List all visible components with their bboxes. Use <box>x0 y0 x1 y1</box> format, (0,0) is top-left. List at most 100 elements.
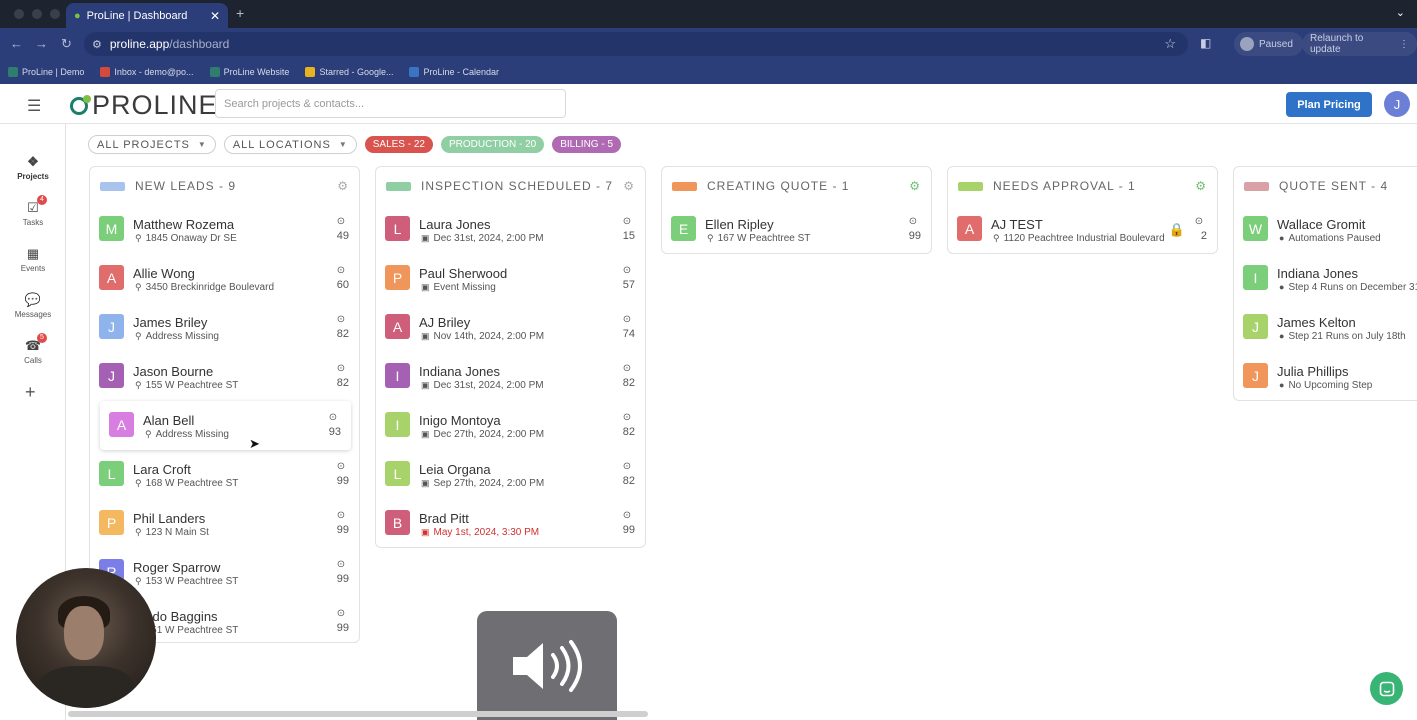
chat-launcher-button[interactable] <box>1370 672 1403 705</box>
project-card[interactable]: M Matthew Rozema ⚲ 1845 Onaway Dr SE ⊙ 49 <box>90 205 359 254</box>
automation-gears-icon[interactable]: ⚙ <box>1195 179 1207 193</box>
days-in-stage: 99 <box>622 524 635 536</box>
volume-overlay <box>477 611 617 720</box>
location-pin-icon: ⚲ <box>707 233 714 243</box>
clock-icon: ⊙ <box>622 412 632 423</box>
card-detail: ⚲ 1845 Onaway Dr SE <box>135 233 237 244</box>
days-in-stage: 82 <box>622 475 635 487</box>
logo-text: PROLINE <box>92 90 218 120</box>
automation-status-icon: ● <box>1279 380 1285 390</box>
project-card[interactable]: A Allie Wong ⚲ 3450 Breckinridge Boulevard ⊙… <box>90 254 359 303</box>
sidebar-item-projects[interactable]: ❖ Projects <box>0 154 66 181</box>
days-in-stage: 82 <box>622 426 635 438</box>
bookmark-item[interactable]: ProLine Website <box>209 67 290 77</box>
search-input[interactable] <box>215 89 566 118</box>
project-card[interactable]: W Wallace Gromit ● Automations Paused <box>1234 205 1417 254</box>
location-filter-select[interactable]: ALL LOCATIONS ▼ <box>223 135 357 154</box>
bookmark-star-icon[interactable]: ☆ <box>1164 36 1176 52</box>
bookmark-item[interactable]: ProLine - Calendar <box>409 67 499 77</box>
site-info-icon[interactable]: ⚙ <box>92 38 102 51</box>
project-filter-value: ALL PROJECTS <box>97 138 190 151</box>
stage-filter-pill[interactable]: PRODUCTION - 20 <box>441 136 545 153</box>
clock-icon: ⊙ <box>328 412 338 423</box>
sidebar-item-label: Events <box>20 264 46 273</box>
project-card[interactable]: A Alan Bell ⚲ Address Missing ⊙ 93 <box>100 401 351 450</box>
settings-gear-icon[interactable]: ⚙ <box>623 179 635 193</box>
project-card[interactable]: B Brad Pitt ▣ May 1st, 2024, 3:30 PM ⊙ 99 <box>376 499 645 548</box>
days-in-stage: 99 <box>336 573 349 585</box>
calendar-icon: ▦ <box>26 246 40 261</box>
bookmark-label: ProLine Website <box>223 67 290 77</box>
project-card[interactable]: I Inigo Montoya ▣ Dec 27th, 2024, 2:00 PM ⊙ 8… <box>376 401 645 450</box>
calendar-icon: ▣ <box>421 429 430 439</box>
project-filter-select[interactable]: ALL PROJECTS ▼ <box>88 135 216 154</box>
horizontal-scrollbar[interactable] <box>68 711 648 717</box>
plan-pricing-button[interactable]: Plan Pricing <box>1286 92 1372 117</box>
sidebar-item-calls[interactable]: ☎ Calls 5 <box>0 333 66 365</box>
project-card[interactable]: J James Kelton ● Step 21 Runs on July 18th <box>1234 303 1417 352</box>
clock-icon: ⊙ <box>336 265 346 276</box>
project-card[interactable]: A AJ TEST ⚲ 1120 Peachtree Industrial Boule… <box>948 205 1217 254</box>
tab-search-icon[interactable]: ⌄ <box>1396 6 1405 19</box>
project-card[interactable]: A AJ Briley ▣ Nov 14th, 2024, 2:00 PM ⊙ 74 <box>376 303 645 352</box>
contact-avatar: J <box>99 314 124 339</box>
sidebar-item-tasks[interactable]: ☑ Tasks 4 <box>0 195 66 227</box>
card-detail-text: No Upcoming Step <box>1288 380 1373 391</box>
project-card[interactable]: L Laura Jones ▣ Dec 31st, 2024, 2:00 PM ⊙ 15 <box>376 205 645 254</box>
extensions-icon[interactable]: ◧ <box>1200 36 1211 50</box>
proline-logo[interactable]: PROLINE <box>70 90 218 121</box>
stage-filter-pill[interactable]: BILLING - 5 <box>552 136 622 153</box>
stage-filter-pill[interactable]: SALES - 22 <box>364 136 433 153</box>
automation-gears-icon[interactable]: ⚙ <box>909 179 921 193</box>
back-icon[interactable]: ← <box>10 36 23 51</box>
contact-avatar: A <box>385 314 410 339</box>
add-icon[interactable]: + <box>25 382 36 403</box>
days-in-stage: 60 <box>336 279 349 291</box>
project-card[interactable]: P Phil Landers ⚲ 123 N Main St ⊙ 99 <box>90 499 359 548</box>
profile-avatar-icon <box>1240 37 1254 51</box>
tab-close-icon[interactable]: ✕ <box>210 9 220 23</box>
sidebar-item-messages[interactable]: 💬 Messages <box>0 292 66 319</box>
app-header: ☰ PROLINE Plan Pricing J <box>0 84 1417 124</box>
days-in-stage: 99 <box>336 622 349 634</box>
project-card[interactable]: I Indiana Jones ▣ Dec 31st, 2024, 2:00 PM ⊙ 8… <box>376 352 645 401</box>
contact-avatar: A <box>99 265 124 290</box>
user-avatar[interactable]: J <box>1384 91 1410 117</box>
project-card[interactable]: J Julia Phillips ● No Upcoming Step <box>1234 352 1417 401</box>
bookmark-item[interactable]: Starred - Google... <box>305 67 393 77</box>
contact-avatar: A <box>957 216 982 241</box>
forward-icon[interactable]: → <box>35 36 48 51</box>
project-card[interactable]: J Jason Bourne ⚲ 155 W Peachtree ST ⊙ 82 <box>90 352 359 401</box>
project-card[interactable]: E Ellen Ripley ⚲ 167 W Peachtree ST ⊙ 99 <box>662 205 931 254</box>
relaunch-button[interactable]: Relaunch to update ⋮ <box>1302 32 1417 56</box>
bookmark-item[interactable]: ProLine | Demo <box>8 67 84 77</box>
browser-tab[interactable]: ● ProLine | Dashboard ✕ <box>66 3 228 28</box>
calendar-icon: ▣ <box>421 331 430 341</box>
settings-gear-icon[interactable]: ⚙ <box>337 179 349 193</box>
card-detail-text: Dec 31st, 2024, 2:00 PM <box>433 380 544 391</box>
project-card[interactable]: L Lara Croft ⚲ 168 W Peachtree ST ⊙ 99 <box>90 450 359 499</box>
hamburger-menu-icon[interactable]: ☰ <box>27 96 41 116</box>
card-detail-text: Sep 27th, 2024, 2:00 PM <box>433 478 545 489</box>
bookmark-item[interactable]: Inbox - demo@po... <box>100 67 194 77</box>
profile-button[interactable]: Paused <box>1234 32 1303 56</box>
card-detail-text: 168 W Peachtree ST <box>145 478 239 489</box>
project-card[interactable]: I Indiana Jones ● Step 4 Runs on December 3… <box>1234 254 1417 303</box>
sidebar-item-events[interactable]: ▦ Events <box>0 246 66 273</box>
project-card[interactable]: J James Briley ⚲ Address Missing ⊙ 82 <box>90 303 359 352</box>
menu-kebab-icon[interactable]: ⋮ <box>1399 39 1409 50</box>
url-bar[interactable]: ⚙ proline.app/dashboard ☆ <box>84 32 1188 56</box>
project-card[interactable]: P Paul Sherwood ▣ Event Missing ⊙ 57 <box>376 254 645 303</box>
sidebar-item-label: Calls <box>24 356 42 365</box>
reload-icon[interactable]: ↻ <box>61 36 72 52</box>
card-detail: ⚲ 168 W Peachtree ST <box>135 478 238 489</box>
project-card[interactable]: L Leia Organa ▣ Sep 27th, 2024, 2:00 PM ⊙ 82 <box>376 450 645 499</box>
bookmark-favicon-icon <box>100 67 111 77</box>
new-tab-icon[interactable]: + <box>236 5 244 21</box>
clock-icon: ⊙ <box>622 363 632 374</box>
window-controls[interactable] <box>14 9 60 19</box>
url-path: /dashboard <box>169 37 230 51</box>
days-in-stage: 82 <box>622 377 635 389</box>
contact-avatar: A <box>109 412 134 437</box>
card-detail: ⚲ Address Missing <box>135 331 219 342</box>
